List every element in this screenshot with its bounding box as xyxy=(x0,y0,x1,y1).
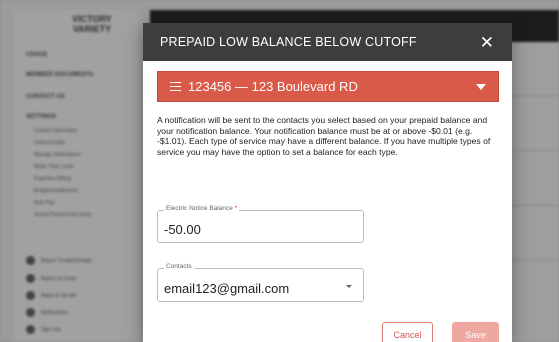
close-icon[interactable]: ✕ xyxy=(480,34,494,51)
cancel-button[interactable]: Cancel xyxy=(382,322,433,342)
balance-field[interactable]: Electric Notice Balance * -50.00 xyxy=(157,205,364,243)
modal-header: PREPAID LOW BALANCE BELOW CUTOFF ✕ xyxy=(143,23,512,61)
contacts-label: Contacts xyxy=(164,263,194,270)
chevron-down-icon xyxy=(346,285,352,288)
account-selector[interactable]: 123456 — 123 Boulevard RD xyxy=(157,71,499,102)
account-label: 123456 — 123 Boulevard RD xyxy=(188,79,358,94)
save-button[interactable]: Save xyxy=(452,322,499,342)
contacts-select[interactable]: Contacts email123@gmail.com xyxy=(157,263,364,302)
balance-label: Electric Notice Balance * xyxy=(164,205,240,212)
notification-modal: PREPAID LOW BALANCE BELOW CUTOFF ✕ 12345… xyxy=(143,23,512,342)
notice-text: A notification will be sent to the conta… xyxy=(157,115,491,157)
modal-title: PREPAID LOW BALANCE BELOW CUTOFF xyxy=(160,35,417,49)
contacts-value: email123@gmail.com xyxy=(164,281,290,296)
required-marker: * xyxy=(234,205,238,212)
chevron-down-icon xyxy=(476,83,486,90)
balance-input[interactable]: -50.00 xyxy=(164,222,201,237)
hamburger-icon xyxy=(170,80,181,94)
